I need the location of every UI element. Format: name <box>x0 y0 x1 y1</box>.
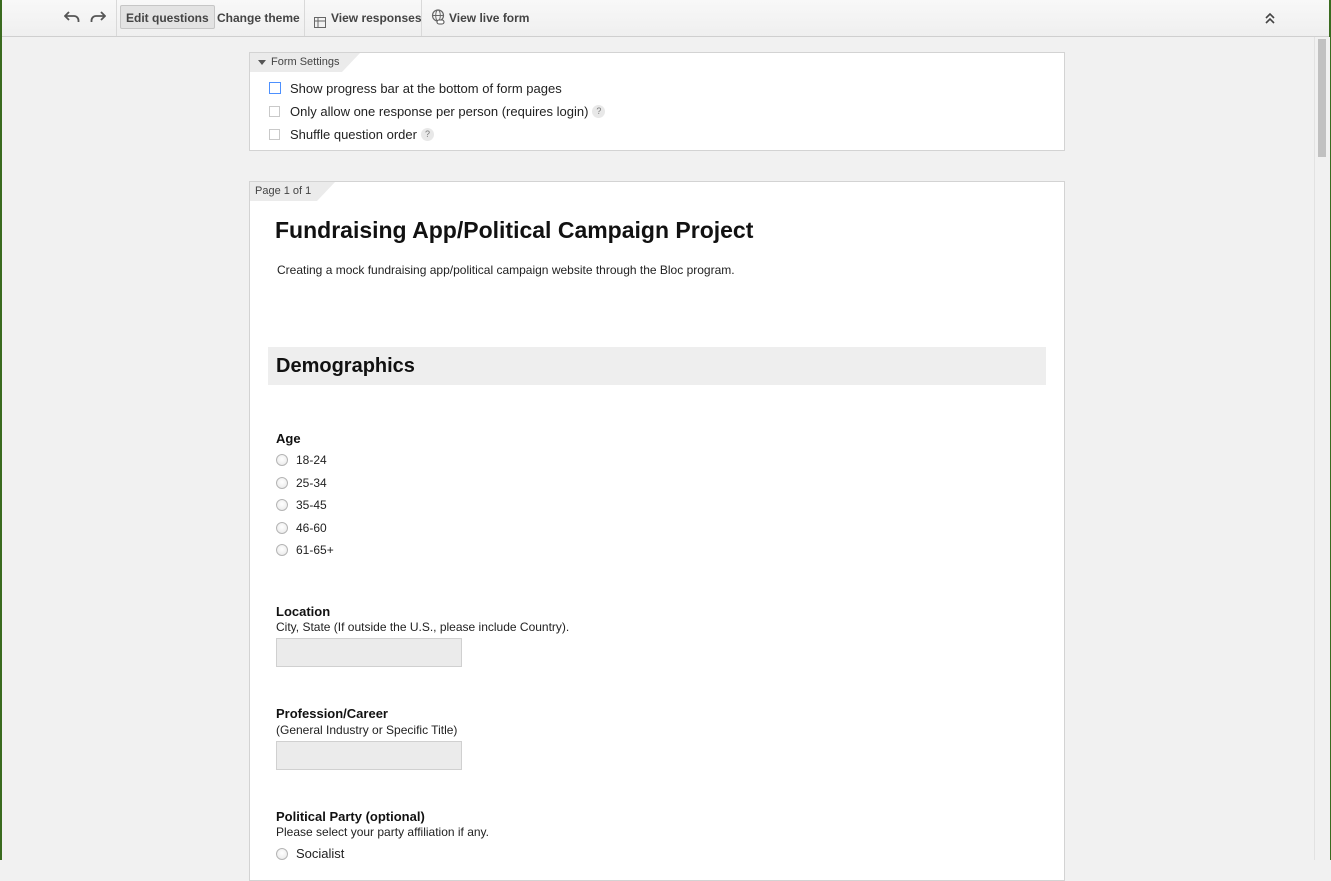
window-edge-left <box>0 0 2 860</box>
toolbar-divider <box>116 0 117 36</box>
help-icon[interactable]: ? <box>420 128 434 142</box>
redo-icon[interactable] <box>90 10 107 28</box>
question-title: Profession/Career <box>276 706 388 721</box>
question-title: Location <box>276 604 331 619</box>
vertical-scrollbar[interactable] <box>1314 37 1330 860</box>
triangle-down-icon <box>258 60 266 65</box>
question-help-text: (General Industry or Specific Title) <box>276 723 458 737</box>
progress-bar-checkbox[interactable] <box>269 82 281 94</box>
toolbar-divider <box>421 0 422 36</box>
shuffle-checkbox[interactable] <box>269 129 280 140</box>
option-label: 46-60 <box>296 521 327 535</box>
setting-label: Shuffle question order? <box>290 127 434 143</box>
option-label: 18-24 <box>296 453 327 467</box>
page-tab: Page 1 of 1 <box>250 182 335 201</box>
setting-label: Show progress bar at the bottom of form … <box>290 81 562 96</box>
toolbar-divider <box>304 0 305 36</box>
profession-input[interactable] <box>276 741 462 770</box>
question-title: Political Party (optional) <box>276 809 425 824</box>
radio-button[interactable] <box>276 848 288 860</box>
question-help-text: City, State (If outside the U.S., please… <box>276 620 570 634</box>
double-chevron-up-icon[interactable] <box>1264 11 1276 29</box>
radio-button[interactable] <box>276 454 288 466</box>
form-settings-panel: Form Settings Show progress bar at the b… <box>249 52 1065 151</box>
setting-label: Only allow one response per person (requ… <box>290 104 606 120</box>
form-settings-tab[interactable]: Form Settings <box>250 53 360 72</box>
section-header[interactable]: Demographics <box>268 347 1046 385</box>
undo-icon[interactable] <box>63 10 80 28</box>
radio-button[interactable] <box>276 499 288 511</box>
option-label: 61-65+ <box>296 543 334 557</box>
form-description[interactable]: Creating a mock fundraising app/politica… <box>277 263 735 277</box>
question-help-text: Please select your party affiliation if … <box>276 825 489 839</box>
location-input[interactable] <box>276 638 462 667</box>
view-responses-label: View responses <box>331 11 422 25</box>
option-label: 25-34 <box>296 476 327 490</box>
option-label: 35-45 <box>296 498 327 512</box>
view-live-form-label: View live form <box>449 11 530 25</box>
question-title: Age <box>276 431 301 446</box>
table-icon <box>314 12 326 36</box>
form-title[interactable]: Fundraising App/Political Campaign Proje… <box>275 217 753 244</box>
view-responses-button[interactable]: View responses <box>308 5 428 29</box>
form-settings-label: Form Settings <box>271 56 340 68</box>
form-page-panel: Page 1 of 1 Fundraising App/Political Ca… <box>249 181 1065 881</box>
radio-button[interactable] <box>276 522 288 534</box>
one-response-checkbox[interactable] <box>269 106 280 117</box>
edit-questions-button[interactable]: Edit questions <box>120 5 215 29</box>
toolbar: Edit questions Change theme View respons… <box>2 0 1329 37</box>
globe-link-icon <box>431 9 446 34</box>
scrollbar-thumb[interactable] <box>1318 39 1326 157</box>
help-icon[interactable]: ? <box>592 105 606 119</box>
section-title: Demographics <box>276 355 415 377</box>
change-theme-button[interactable]: Change theme <box>211 5 306 29</box>
radio-button[interactable] <box>276 544 288 556</box>
radio-button[interactable] <box>276 477 288 489</box>
view-live-form-button[interactable]: View live form <box>426 5 535 29</box>
